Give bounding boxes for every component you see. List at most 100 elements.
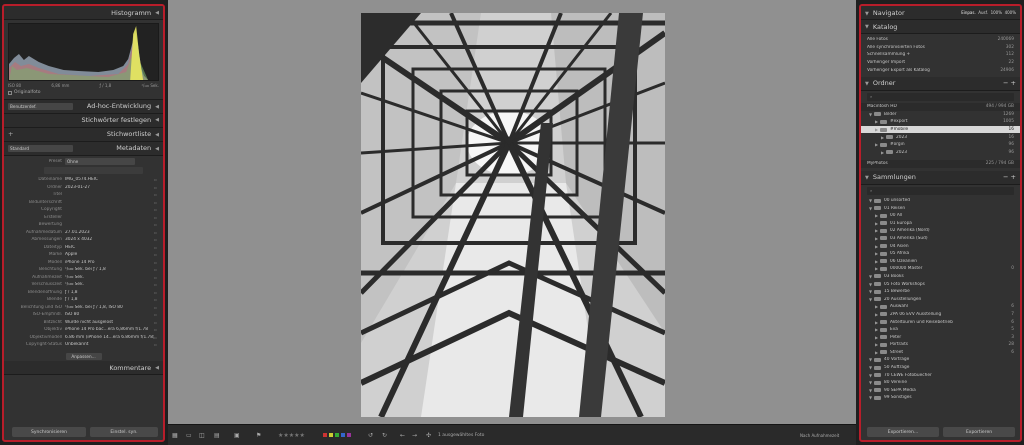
import-button[interactable]: Exportieren... — [867, 427, 939, 437]
tree-row[interactable]: ▶ Akteltouren und Reisebetrieb 6 — [861, 318, 1020, 326]
metadata-value[interactable]: 6.86 mm (iPhone 14...era 6.86mm f/1.78) — [65, 335, 154, 340]
disclosure-triangle-icon[interactable]: ▼ — [867, 206, 874, 211]
tree-row[interactable]: ▼ 70 CEWE Fotobuecher — [861, 371, 1020, 379]
disclosure-triangle-icon[interactable]: ▶ — [873, 304, 880, 309]
metadata-action-icon[interactable]: ▫ — [154, 237, 160, 242]
metadata-action-icon[interactable]: ▫ — [154, 200, 160, 205]
catalog-item[interactable]: Vorheriger Export als Katalog 24906 — [861, 66, 1020, 74]
metadata-action-icon[interactable]: ▫ — [154, 290, 160, 295]
keyword-list-header[interactable]: + Stichwortliste ◀ — [4, 127, 163, 142]
metadata-action-icon[interactable]: ▫ — [154, 267, 160, 272]
export-button[interactable]: Exportieren — [943, 427, 1015, 437]
sort-label[interactable]: Nach Aufnahmezeit — [800, 430, 839, 440]
blue-label-icon[interactable] — [341, 433, 345, 437]
tree-row[interactable]: ▶ 2023 96 — [861, 149, 1020, 157]
disclosure-triangle-icon[interactable]: ▶ — [873, 320, 880, 325]
disclosure-triangle-icon[interactable]: ▶ — [879, 150, 886, 155]
disclosure-triangle-icon[interactable]: ▶ — [873, 221, 880, 226]
catalog-item[interactable]: Alle synchronisierten Fotos 302 — [861, 44, 1020, 52]
metadata-action-icon[interactable]: ▫ — [154, 230, 160, 235]
green-label-icon[interactable] — [335, 433, 339, 437]
template-field[interactable] — [44, 167, 143, 174]
navigator-header[interactable]: ▼ Navigator Einpas. Ausf. 100% 400% — [861, 6, 1020, 20]
nav-fill[interactable]: Ausf. — [978, 10, 988, 15]
metadata-action-icon[interactable]: ▫ — [154, 245, 160, 250]
disclosure-triangle-icon[interactable]: ▶ — [873, 127, 880, 132]
metadata-action-icon[interactable]: ▫ — [154, 275, 160, 280]
tree-row[interactable]: ▼ 01 Reisen — [861, 204, 1020, 212]
tree-row[interactable]: ▼ 40 Vorträge — [861, 356, 1020, 364]
metadata-action-icon[interactable]: ▫ — [154, 305, 160, 310]
nav-fit[interactable]: Einpas. — [961, 10, 976, 15]
metadata-action-icon[interactable]: ▫ — [154, 327, 160, 332]
metadata-action-icon[interactable]: ▫ — [154, 222, 160, 227]
red-label-icon[interactable] — [323, 433, 327, 437]
disclosure-triangle-icon[interactable]: ▼ — [867, 357, 874, 362]
disclosure-triangle-icon[interactable]: ▶ — [873, 327, 880, 332]
rotate-right-icon[interactable]: ↻ — [382, 430, 387, 440]
metadata-action-icon[interactable]: ▫ — [154, 177, 160, 182]
disclosure-triangle-icon[interactable]: ▼ — [867, 395, 874, 400]
rotate-left-icon[interactable]: ↺ — [368, 430, 373, 440]
catalog-item[interactable]: Schnellsammlung + 112 — [861, 51, 1020, 59]
tree-row[interactable]: ▶ 02 Amerika (Nord) — [861, 227, 1020, 235]
disclosure-triangle-icon[interactable]: ▶ — [873, 335, 880, 340]
metadata-value[interactable]: ¹/₁₉₀ Sek. — [65, 282, 154, 287]
preset-select[interactable]: Ohne — [65, 157, 135, 165]
add-icon[interactable]: + — [8, 130, 13, 138]
metadata-value[interactable]: ¹/₁₉₀ Sek. — [65, 275, 154, 280]
metadata-action-icon[interactable]: ▫ — [154, 282, 160, 287]
metadata-header[interactable]: Standard Metadaten ◀ — [4, 141, 163, 156]
tree-row[interactable]: ▶ #orgin 96 — [861, 141, 1020, 149]
people-view-icon[interactable]: ▣ — [234, 430, 240, 440]
tree-row[interactable]: ▼ 99 Sonstiges — [861, 394, 1020, 402]
purple-label-icon[interactable] — [347, 433, 351, 437]
tree-row[interactable]: ▼ 80 Vereine — [861, 379, 1020, 387]
metadata-value[interactable]: Unbekannt — [65, 342, 154, 347]
add-folder-icon[interactable]: − + — [1003, 79, 1016, 87]
metadata-action-icon[interactable]: ▫ — [154, 335, 160, 340]
metadata-action-icon[interactable]: ▫ — [154, 342, 160, 347]
metadata-action-icon[interactable]: ▫ — [154, 207, 160, 212]
tree-row[interactable]: ▶ 05 Afrika — [861, 250, 1020, 258]
rating-stars[interactable]: ★★★★★ — [278, 430, 305, 440]
add-collection-icon[interactable]: − + — [1003, 173, 1016, 181]
tree-row[interactable]: ▶ 000000 Master 0 — [861, 265, 1020, 273]
loupe-view[interactable] — [168, 0, 856, 424]
grid-view-icon[interactable]: ▦ — [172, 430, 178, 440]
disclosure-triangle-icon[interactable]: ▼ — [867, 274, 874, 279]
tree-row[interactable]: ▶ Peter 3 — [861, 333, 1020, 341]
tree-row[interactable]: ▶ Street 6 — [861, 349, 1020, 357]
nav-100[interactable]: 100% — [991, 10, 1002, 15]
prev-arrow-icon[interactable]: ← — [400, 430, 405, 440]
disclosure-triangle-icon[interactable]: ▼ — [867, 365, 874, 370]
next-arrow-icon[interactable]: → — [412, 430, 417, 440]
loupe-view-icon[interactable]: ▭ — [186, 430, 192, 440]
disclosure-triangle-icon[interactable]: ▶ — [873, 244, 880, 249]
volume-row[interactable]: Macintosh HD 494 / 994 GB — [861, 102, 1020, 111]
disclosure-triangle-icon[interactable]: ▶ — [873, 342, 880, 347]
tree-row[interactable]: ▼ 03 Books — [861, 273, 1020, 281]
metadata-value[interactable]: 3024 x 4032 — [65, 237, 154, 242]
comments-header[interactable]: Kommentare ◀ — [4, 361, 163, 375]
myphotos-volume-row[interactable]: MyPhotos 225 / 794 GB — [861, 160, 1020, 168]
tree-row[interactable]: ▶ 06 Ozeanien — [861, 257, 1020, 265]
disclosure-triangle-icon[interactable]: ▶ — [873, 312, 880, 317]
tree-row[interactable]: ▶ Eva 5 — [861, 326, 1020, 334]
survey-view-icon[interactable]: ▤ — [214, 430, 220, 440]
tree-row[interactable]: ▶ Portraits 28 — [861, 341, 1020, 349]
disclosure-triangle-icon[interactable]: ▶ — [873, 251, 880, 256]
catalog-item[interactable]: Vorheriger Import 22 — [861, 59, 1020, 67]
metadata-value[interactable]: Wurde nicht ausgelöst — [65, 320, 154, 325]
color-labels[interactable] — [323, 430, 353, 440]
disclosure-triangle-icon[interactable]: ▶ — [873, 213, 880, 218]
sync-settings-button[interactable]: Einstel. syn. — [90, 427, 158, 437]
collection-search-icon[interactable]: ⌕ — [867, 186, 1014, 195]
metadata-action-icon[interactable]: ▫ — [154, 320, 160, 325]
metadata-value[interactable]: iPhone 14 Pro bac...era 6,86mm f/1.78 — [65, 327, 154, 332]
disclosure-triangle-icon[interactable]: ▼ — [867, 289, 874, 294]
metadata-action-icon[interactable]: ▫ — [154, 260, 160, 265]
disclosure-triangle-icon[interactable]: ▼ — [867, 388, 874, 393]
metadata-value[interactable]: 2023-01-27 — [65, 185, 154, 190]
disclosure-triangle-icon[interactable]: ▶ — [873, 119, 880, 124]
